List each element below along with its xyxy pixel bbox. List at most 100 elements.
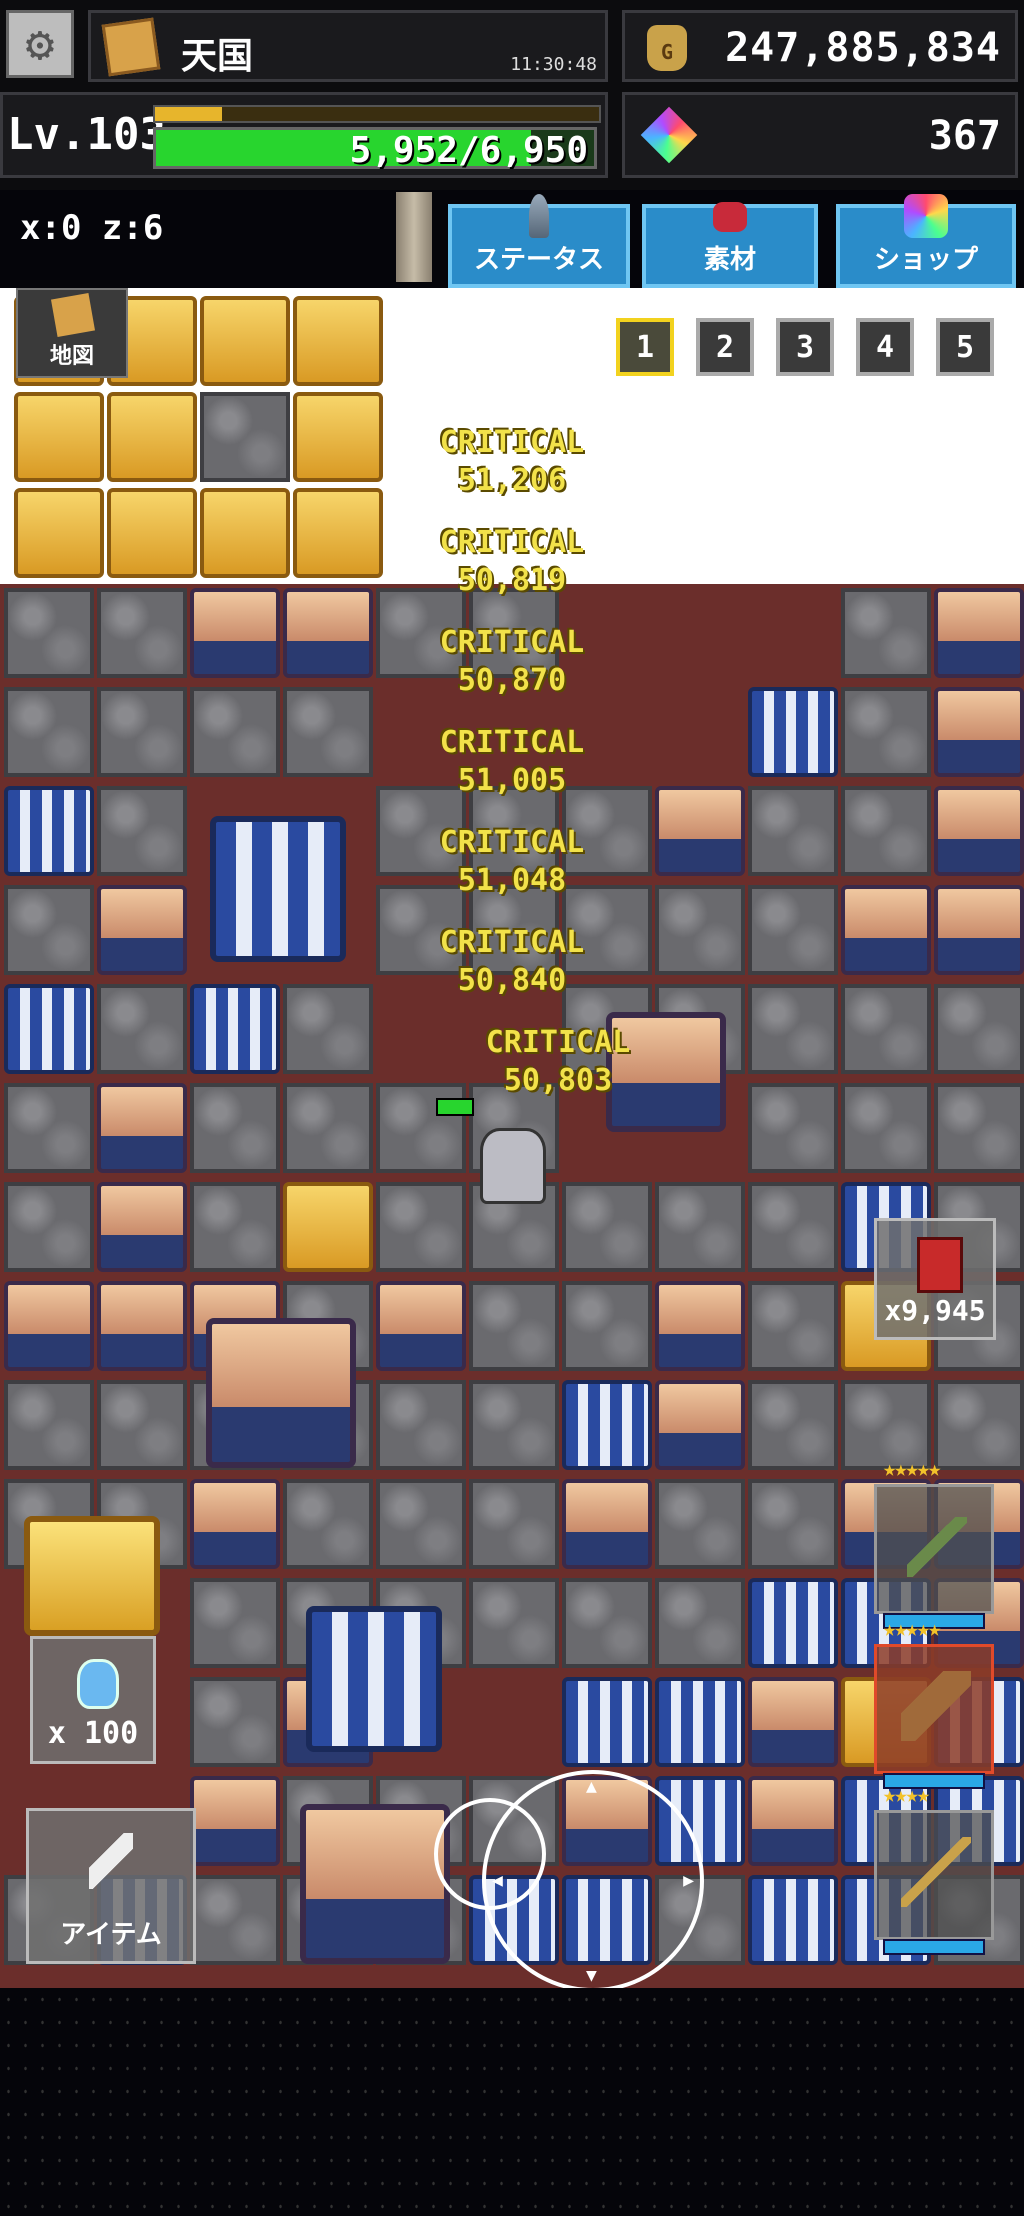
stone-block[interactable] bbox=[748, 1083, 838, 1173]
stone-block[interactable] bbox=[562, 1182, 652, 1272]
stone-block[interactable] bbox=[97, 984, 187, 1074]
stone-block[interactable] bbox=[562, 1578, 652, 1668]
gold-chest[interactable] bbox=[293, 296, 383, 386]
blue-chest[interactable] bbox=[655, 1677, 745, 1767]
stone-block[interactable] bbox=[934, 1083, 1024, 1173]
open-chest[interactable] bbox=[190, 588, 280, 678]
stone-block[interactable] bbox=[841, 687, 931, 777]
open-chest[interactable] bbox=[748, 1776, 838, 1866]
blue-chest[interactable] bbox=[562, 1677, 652, 1767]
stone-block[interactable] bbox=[748, 1479, 838, 1569]
stone-block[interactable] bbox=[841, 786, 931, 876]
stone-block[interactable] bbox=[4, 1182, 94, 1272]
gold-chest[interactable] bbox=[200, 488, 290, 578]
stone-block[interactable] bbox=[200, 392, 290, 482]
blue-chest[interactable] bbox=[748, 1578, 838, 1668]
open-chest[interactable] bbox=[376, 1281, 466, 1371]
open-chest[interactable] bbox=[934, 687, 1024, 777]
stone-block[interactable] bbox=[748, 885, 838, 975]
stone-block[interactable] bbox=[748, 786, 838, 876]
page-button-4[interactable]: 4 bbox=[856, 318, 914, 376]
stone-block[interactable] bbox=[934, 984, 1024, 1074]
gold-chest[interactable] bbox=[293, 488, 383, 578]
equipment-slot-2[interactable]: ★★★★★ bbox=[874, 1617, 994, 1789]
stone-block[interactable] bbox=[376, 1380, 466, 1470]
open-chest[interactable] bbox=[655, 1281, 745, 1371]
stone-block[interactable] bbox=[562, 1281, 652, 1371]
gold-chest[interactable] bbox=[107, 392, 197, 482]
large-gold-chest[interactable] bbox=[24, 1516, 160, 1636]
stone-block[interactable] bbox=[655, 1182, 745, 1272]
page-button-2[interactable]: 2 bbox=[696, 318, 754, 376]
blue-chest[interactable] bbox=[4, 984, 94, 1074]
map-button[interactable]: 地図 bbox=[16, 288, 128, 378]
large-open-chest[interactable] bbox=[206, 1318, 356, 1468]
gold-chest[interactable] bbox=[293, 392, 383, 482]
open-chest[interactable] bbox=[748, 1677, 838, 1767]
open-chest[interactable] bbox=[562, 1479, 652, 1569]
stone-block[interactable] bbox=[283, 1083, 373, 1173]
stone-block[interactable] bbox=[4, 687, 94, 777]
stone-block[interactable] bbox=[376, 1479, 466, 1569]
open-chest[interactable] bbox=[190, 1776, 280, 1866]
stone-block[interactable] bbox=[190, 1578, 280, 1668]
gold-chest[interactable] bbox=[200, 296, 290, 386]
stone-block[interactable] bbox=[376, 1182, 466, 1272]
blue-chest[interactable] bbox=[748, 687, 838, 777]
blue-chest[interactable] bbox=[4, 786, 94, 876]
open-chest[interactable] bbox=[4, 1281, 94, 1371]
stone-block[interactable] bbox=[283, 1479, 373, 1569]
open-chest[interactable] bbox=[655, 786, 745, 876]
stone-block[interactable] bbox=[934, 1380, 1024, 1470]
stone-block[interactable] bbox=[190, 1875, 280, 1965]
bomb-slot[interactable]: x9,945 bbox=[874, 1218, 996, 1340]
large-open-chest[interactable] bbox=[300, 1804, 450, 1964]
gold-chest[interactable] bbox=[14, 392, 104, 482]
potion-slot[interactable]: x 100 bbox=[30, 1636, 156, 1764]
gear-icon[interactable]: ⚙ bbox=[6, 10, 74, 78]
large-blue-chest[interactable] bbox=[306, 1606, 442, 1752]
stone-block[interactable] bbox=[190, 687, 280, 777]
stone-block[interactable] bbox=[190, 1677, 280, 1767]
stone-block[interactable] bbox=[655, 1479, 745, 1569]
open-chest[interactable] bbox=[934, 588, 1024, 678]
blue-chest[interactable] bbox=[562, 1380, 652, 1470]
game-field[interactable]: 地図 1 2 3 4 5 CRITICAL 51,206 CRITICAL 50,81… bbox=[0, 288, 1024, 1988]
stone-block[interactable] bbox=[748, 984, 838, 1074]
stone-block[interactable] bbox=[748, 1281, 838, 1371]
stone-block[interactable] bbox=[748, 1182, 838, 1272]
stone-block[interactable] bbox=[841, 1083, 931, 1173]
stone-block[interactable] bbox=[97, 588, 187, 678]
open-chest[interactable] bbox=[97, 1281, 187, 1371]
blue-chest[interactable] bbox=[748, 1875, 838, 1965]
stone-block[interactable] bbox=[4, 885, 94, 975]
open-chest[interactable] bbox=[934, 885, 1024, 975]
open-chest[interactable] bbox=[283, 588, 373, 678]
stone-block[interactable] bbox=[190, 1083, 280, 1173]
stone-block[interactable] bbox=[283, 687, 373, 777]
page-button-5[interactable]: 5 bbox=[936, 318, 994, 376]
stone-block[interactable] bbox=[4, 1083, 94, 1173]
stone-block[interactable] bbox=[4, 588, 94, 678]
stone-block[interactable] bbox=[469, 1380, 559, 1470]
stone-block[interactable] bbox=[4, 1380, 94, 1470]
stone-block[interactable] bbox=[655, 1578, 745, 1668]
open-chest[interactable] bbox=[97, 885, 187, 975]
gold-chest[interactable] bbox=[107, 488, 197, 578]
stone-block[interactable] bbox=[97, 786, 187, 876]
blue-chest[interactable] bbox=[190, 984, 280, 1074]
stone-block[interactable] bbox=[841, 588, 931, 678]
equipment-slot-1[interactable]: ★★★★★ bbox=[874, 1457, 994, 1629]
stone-block[interactable] bbox=[283, 984, 373, 1074]
stone-block[interactable] bbox=[841, 984, 931, 1074]
item-button[interactable]: アイテム bbox=[26, 1808, 196, 1964]
open-chest[interactable] bbox=[190, 1479, 280, 1569]
status-button[interactable]: ステータス bbox=[448, 194, 630, 288]
stone-block[interactable] bbox=[190, 1182, 280, 1272]
stone-block[interactable] bbox=[469, 1578, 559, 1668]
large-blue-chest[interactable] bbox=[210, 816, 346, 962]
gold-chest[interactable] bbox=[283, 1182, 373, 1272]
stone-block[interactable] bbox=[469, 1281, 559, 1371]
page-button-1[interactable]: 1 bbox=[616, 318, 674, 376]
open-chest[interactable] bbox=[97, 1182, 187, 1272]
